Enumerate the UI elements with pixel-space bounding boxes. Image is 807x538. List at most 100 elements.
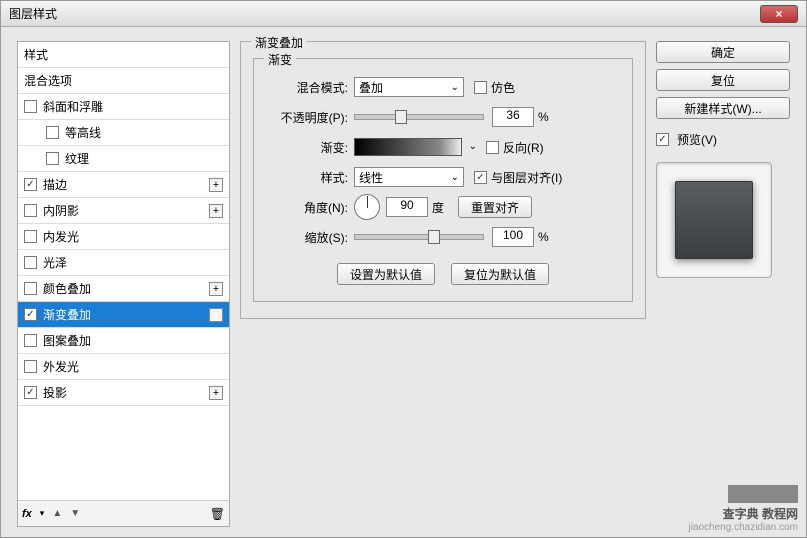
style-checkbox[interactable] (24, 178, 37, 191)
style-item[interactable]: 内阴影+ (18, 198, 229, 224)
move-down-icon[interactable]: ▼ (70, 508, 80, 519)
style-item-label: 颜色叠加 (43, 280, 91, 297)
style-item-label: 光泽 (43, 254, 67, 271)
dither-label: 仿色 (491, 79, 515, 96)
add-effect-icon[interactable]: + (209, 386, 223, 400)
style-label: 样式: (266, 169, 354, 186)
opacity-input[interactable]: 36 (492, 107, 534, 127)
style-checkbox[interactable] (46, 126, 59, 139)
opacity-slider[interactable] (354, 114, 484, 120)
add-effect-icon[interactable]: + (209, 282, 223, 296)
style-item[interactable]: 外发光 (18, 354, 229, 380)
style-item[interactable]: 等高线 (18, 120, 229, 146)
style-item-label: 图案叠加 (43, 332, 91, 349)
action-panel: 确定 复位 新建样式(W)... 预览(V) (656, 27, 806, 537)
align-checkbox[interactable] (474, 171, 487, 184)
add-effect-icon[interactable]: + (209, 308, 223, 322)
angle-unit: 度 (432, 199, 444, 216)
layer-style-dialog: 图层样式 × 样式 混合选项 斜面和浮雕等高线纹理描边+内阴影+内发光光泽颜色叠… (0, 0, 807, 538)
style-item[interactable]: 颜色叠加 + (18, 276, 229, 302)
scale-unit: % (538, 230, 549, 244)
fx-icon[interactable]: fx (22, 508, 32, 520)
reset-default-button[interactable]: 复位为默认值 (451, 263, 549, 285)
preview-label: 预览(V) (677, 131, 717, 148)
chevron-down-icon: ⌄ (469, 141, 477, 152)
style-item-label: 描边 (43, 176, 67, 193)
styles-sidebar: 样式 混合选项 斜面和浮雕等高线纹理描边+内阴影+内发光光泽颜色叠加+渐变叠加+… (17, 41, 230, 527)
style-select[interactable]: 线性 ⌄ (354, 167, 464, 187)
style-checkbox[interactable] (24, 282, 37, 295)
dialog-title: 图层样式 (9, 5, 760, 22)
ok-button[interactable]: 确定 (656, 41, 790, 63)
new-style-button[interactable]: 新建样式(W)... (656, 97, 790, 119)
make-default-button[interactable]: 设置为默认值 (337, 263, 435, 285)
panel-title: 渐变叠加 (251, 34, 307, 51)
scale-input[interactable]: 100 (492, 227, 534, 247)
preview-swatch (675, 181, 753, 259)
style-checkbox[interactable] (24, 308, 37, 321)
style-checkbox[interactable] (24, 360, 37, 373)
add-effect-icon[interactable]: + (209, 204, 223, 218)
blend-mode-value: 叠加 (359, 79, 383, 96)
style-item[interactable]: 图案叠加 (18, 328, 229, 354)
gradient-picker[interactable]: ⌄ (354, 138, 462, 156)
style-item-label: 斜面和浮雕 (43, 98, 103, 115)
style-checkbox[interactable] (24, 386, 37, 399)
preview-checkbox[interactable] (656, 133, 669, 146)
trash-icon[interactable]: 🗑 (210, 507, 225, 521)
style-item-label: 渐变叠加 (43, 306, 91, 323)
add-effect-icon[interactable]: + (209, 178, 223, 192)
style-item[interactable]: 斜面和浮雕 (18, 94, 229, 120)
style-checkbox[interactable] (24, 100, 37, 113)
watermark-brand: 查字典 教程网 (723, 505, 798, 522)
chevron-down-icon: ⌄ (451, 172, 459, 183)
angle-dial[interactable] (354, 194, 380, 220)
close-icon: × (775, 7, 782, 21)
scale-slider[interactable] (354, 234, 484, 240)
style-item[interactable]: 纹理 (18, 146, 229, 172)
style-item-label: 内发光 (43, 228, 79, 245)
preview-box (656, 162, 772, 278)
reverse-checkbox[interactable] (486, 141, 499, 154)
watermark-badge (728, 485, 798, 503)
style-item[interactable]: 内发光 (18, 224, 229, 250)
sidebar-header-blend-label: 混合选项 (24, 72, 72, 89)
style-item-label: 纹理 (65, 150, 89, 167)
gradient-group: 渐变 混合模式: 叠加 ⌄ 仿色 不透明度(P): (253, 58, 633, 302)
sidebar-header-styles-label: 样式 (24, 46, 48, 63)
watermark: 查字典 教程网 jiaocheng.chazidian.com (688, 485, 798, 533)
style-checkbox[interactable] (24, 256, 37, 269)
gradient-label: 渐变: (266, 139, 354, 156)
opacity-label: 不透明度(P): (266, 109, 354, 126)
sidebar-footer: fx ▾ ▲ ▼ 🗑 (18, 500, 229, 526)
style-item-label: 外发光 (43, 358, 79, 375)
style-checkbox[interactable] (24, 334, 37, 347)
gradient-overlay-fieldset: 渐变叠加 渐变 混合模式: 叠加 ⌄ 仿色 不透明度(P): (240, 41, 646, 319)
style-item[interactable]: 投影+ (18, 380, 229, 406)
style-checkbox[interactable] (24, 230, 37, 243)
cancel-button[interactable]: 复位 (656, 69, 790, 91)
scale-label: 缩放(S): (266, 229, 354, 246)
reset-align-button[interactable]: 重置对齐 (458, 196, 532, 218)
angle-input[interactable]: 90 (386, 197, 428, 217)
sidebar-header-blend[interactable]: 混合选项 (18, 68, 229, 94)
blend-mode-select[interactable]: 叠加 ⌄ (354, 77, 464, 97)
style-item-label: 等高线 (65, 124, 101, 141)
sidebar-header-styles[interactable]: 样式 (18, 42, 229, 68)
opacity-unit: % (538, 110, 549, 124)
style-item[interactable]: 光泽 (18, 250, 229, 276)
style-item[interactable]: 描边 + (18, 172, 229, 198)
reverse-label: 反向(R) (503, 139, 544, 156)
style-checkbox[interactable] (46, 152, 59, 165)
fx-caret-icon[interactable]: ▾ (40, 508, 45, 519)
watermark-url: jiaocheng.chazidian.com (688, 522, 798, 533)
style-item[interactable]: 渐变叠加 + (18, 302, 229, 328)
dither-checkbox[interactable] (474, 81, 487, 94)
angle-label: 角度(N): (266, 199, 354, 216)
style-value: 线性 (359, 169, 383, 186)
move-up-icon[interactable]: ▲ (52, 508, 62, 519)
chevron-down-icon: ⌄ (451, 82, 459, 93)
align-label: 与图层对齐(I) (491, 169, 562, 186)
style-checkbox[interactable] (24, 204, 37, 217)
close-button[interactable]: × (760, 5, 798, 23)
